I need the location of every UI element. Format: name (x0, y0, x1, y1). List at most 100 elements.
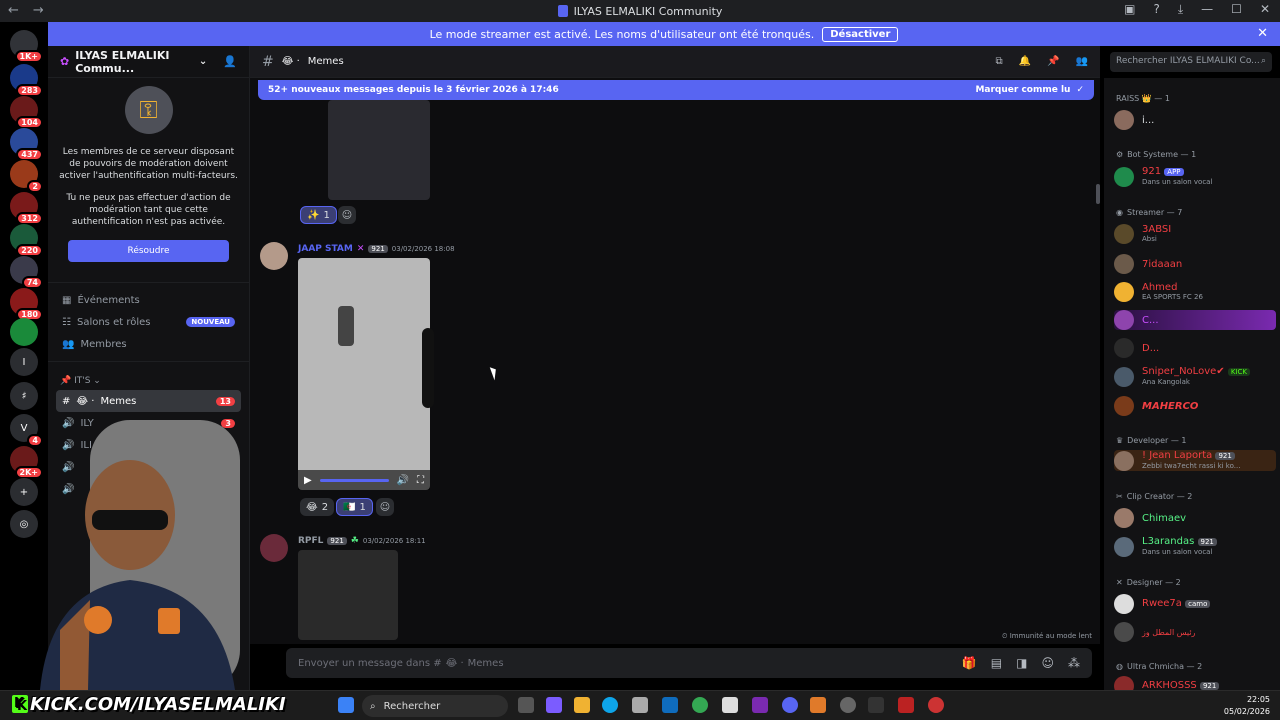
server-icon[interactable]: 2 (10, 160, 43, 193)
server-icon[interactable]: 283 (10, 64, 43, 97)
gif-icon[interactable]: ▤ (991, 656, 1002, 670)
outlook-icon[interactable] (662, 697, 678, 713)
pin-icon[interactable]: 📌 (1047, 56, 1059, 67)
role-header: ✂ Clip Creator — 2 (1116, 491, 1193, 501)
server-icon[interactable]: 220 (10, 224, 43, 257)
member-item[interactable]: 3ABSI Absi (1114, 224, 1276, 244)
emoji-icon[interactable]: ☺ (1041, 656, 1054, 670)
app-icon[interactable] (722, 697, 738, 713)
minimize-button[interactable]: — (1201, 2, 1213, 17)
server-icon[interactable]: 74 (10, 256, 43, 289)
member-item[interactable]: 921 APP Dans un salon vocal (1114, 166, 1276, 187)
member-item[interactable]: ARKHOSSS 921 (1114, 676, 1276, 690)
add-reaction-icon[interactable]: ☺ (338, 206, 356, 224)
events-link[interactable]: ▦ Événements (56, 289, 241, 311)
apps-icon[interactable]: ⁂ (1068, 656, 1080, 670)
direct-messages-icon[interactable]: 1K+ (10, 30, 43, 63)
member-item[interactable]: Ahmed EA SPORTS FC 26 (1114, 282, 1276, 302)
bell-icon[interactable]: 🔔 (1019, 56, 1031, 67)
close-window-button[interactable]: ✕ (1260, 2, 1270, 17)
maximize-button[interactable]: ☐ (1231, 2, 1242, 17)
members-link[interactable]: 👥 Membres (56, 333, 241, 355)
message-input[interactable]: Envoyer un message dans # 😂 · Memes 🎁 ▤ … (286, 648, 1092, 678)
scrollbar[interactable] (1096, 184, 1100, 204)
channel-category[interactable]: 📌 IT'S ⌄ (48, 362, 249, 390)
avatar (1114, 110, 1134, 130)
app-icon[interactable] (928, 697, 944, 713)
help-icon[interactable]: ? (1153, 2, 1159, 17)
reaction[interactable]: 🇩🇿 1 (336, 498, 373, 516)
store-icon[interactable] (632, 697, 648, 713)
server-icon[interactable]: 312 (10, 192, 43, 225)
palette-icon: ✕ (1116, 577, 1123, 587)
server-icon[interactable]: ♯ (10, 382, 38, 410)
app-icon[interactable] (868, 697, 884, 713)
message-image[interactable] (298, 550, 398, 640)
member-item[interactable]: Rwee7a camo (1114, 594, 1276, 614)
play-icon[interactable]: ▶ (304, 475, 312, 486)
app-icon[interactable] (898, 697, 914, 713)
disable-streamer-button[interactable]: Désactiver (822, 26, 899, 42)
server-icon[interactable]: 104 (10, 96, 43, 129)
inbox-icon[interactable]: ▣ (1124, 2, 1135, 17)
taskbar-search[interactable]: ⌕ Rechercher (362, 695, 508, 717)
search-input[interactable]: Rechercher ILYAS ELMALIKI Co... ⌕ (1110, 52, 1272, 72)
chrome-icon[interactable] (692, 697, 708, 713)
new-messages-bar[interactable]: 52+ nouveaux messages depuis le 3 févrie… (258, 80, 1094, 100)
server-icon[interactable]: I (10, 348, 38, 376)
avatar[interactable] (260, 242, 288, 270)
member-item[interactable]: Chimaev (1114, 508, 1276, 528)
member-item[interactable]: ! Jean Laporta 921 Zebbi twa7echt rassi k… (1114, 450, 1276, 471)
streamer-icon: ◉ (1116, 207, 1123, 217)
sticker-icon[interactable]: ◨ (1016, 656, 1027, 670)
discord-icon[interactable] (782, 697, 798, 713)
resolve-button[interactable]: Résoudre (68, 240, 229, 262)
member-item[interactable]: 7idaaan (1114, 254, 1276, 274)
progress-bar[interactable] (319, 478, 389, 482)
reaction[interactable]: ✨ 1 (300, 206, 337, 224)
member-item[interactable]: i... (1114, 110, 1276, 130)
add-reaction-icon[interactable]: ☺ (376, 498, 394, 516)
copilot-icon[interactable] (546, 697, 562, 713)
close-banner-icon[interactable]: ✕ (1257, 26, 1268, 41)
channels-roles-link[interactable]: ☷ Salons et rôles NOUVEAU (56, 311, 241, 333)
server-icon[interactable]: 180 (10, 288, 43, 321)
file-explorer-icon[interactable] (574, 697, 590, 713)
server-icon[interactable]: 437 (10, 128, 43, 161)
add-member-icon[interactable]: 👤 (223, 55, 237, 68)
windows-start-icon[interactable] (338, 697, 354, 713)
edge-icon[interactable] (602, 697, 618, 713)
author-name[interactable]: JAAP STAM (298, 244, 353, 254)
member-item[interactable]: MAHERCO (1114, 396, 1276, 416)
server-header[interactable]: ✿ ILYAS ELMALIKI Commu... ⌄ 👤 (48, 46, 249, 78)
channel-memes[interactable]: # 😂 · Memes 13 (56, 390, 241, 412)
server-icon[interactable] (10, 318, 38, 346)
system-clock[interactable]: 22:05 05/02/2026 (1224, 694, 1270, 718)
member-item[interactable]: C... (1114, 310, 1276, 330)
member-item[interactable]: L3arandas 921 Dans un salon vocal (1114, 536, 1276, 557)
member-item[interactable]: رئيس المطل وز (1114, 622, 1276, 642)
back-icon[interactable]: ← (8, 3, 19, 18)
member-item[interactable]: D... (1114, 338, 1276, 358)
chevron-down-icon[interactable]: ⌄ (199, 56, 207, 67)
message-image[interactable] (328, 100, 430, 200)
author-name[interactable]: RPFL (298, 536, 323, 546)
webcam-overlay (40, 420, 240, 690)
threads-icon[interactable]: ⧉ (996, 56, 1003, 67)
download-icon[interactable]: ⤓ (1178, 2, 1183, 17)
forward-icon[interactable]: → (33, 3, 44, 18)
reaction[interactable]: 😂 2 (300, 498, 335, 516)
avatar[interactable] (260, 534, 288, 562)
app-icon[interactable] (810, 697, 826, 713)
game-icon[interactable] (752, 697, 768, 713)
member-item[interactable]: Sniper_NoLove✔ KICK Ana Kangolak (1114, 366, 1276, 387)
gift-icon[interactable]: 🎁 (962, 656, 977, 670)
mark-read-button[interactable]: Marquer comme lu (975, 85, 1070, 95)
member-list-icon[interactable]: 👥 (1076, 56, 1088, 67)
fullscreen-icon[interactable]: ⛶ (417, 475, 424, 486)
user-badge: 921 (368, 245, 388, 253)
app-icon[interactable] (840, 697, 856, 713)
volume-icon[interactable]: 🔊 (397, 475, 409, 486)
task-view-icon[interactable] (518, 697, 534, 713)
video-attachment[interactable]: ▶ 🔊 ⛶ (298, 258, 434, 490)
